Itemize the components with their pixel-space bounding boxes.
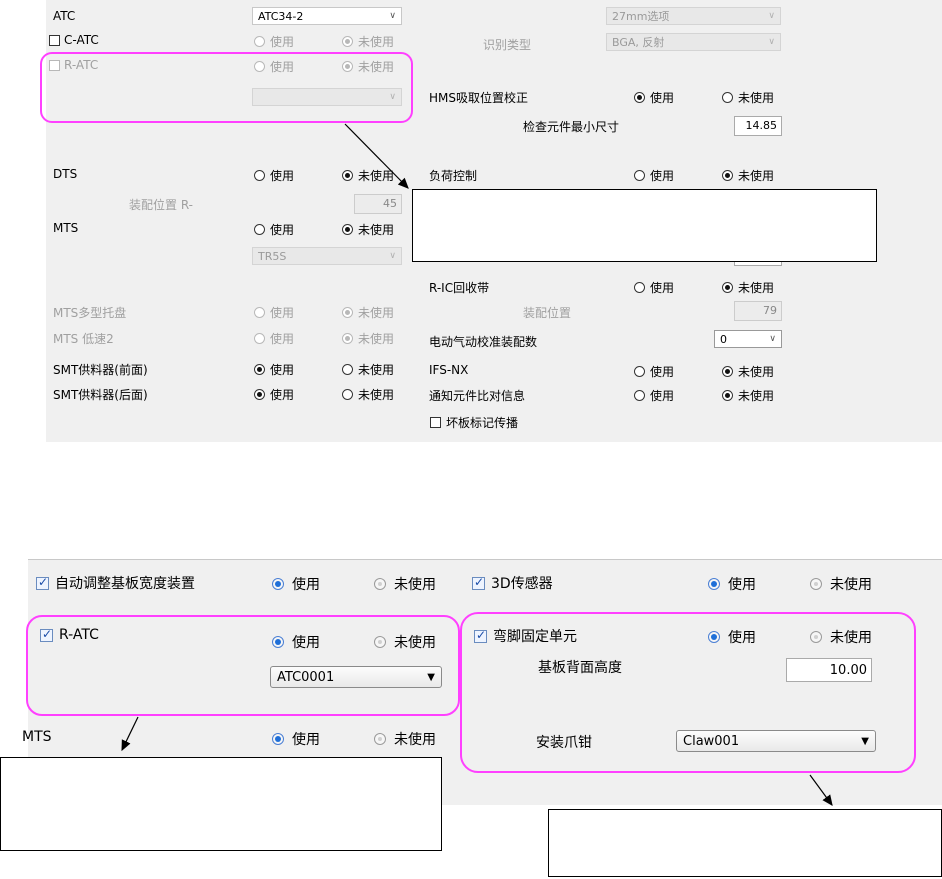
arrow-top: [344, 123, 409, 189]
annotation-arrows: [121, 123, 833, 806]
arrow-bottom-left: [121, 716, 139, 752]
arrow-bottom-right: [809, 774, 833, 806]
